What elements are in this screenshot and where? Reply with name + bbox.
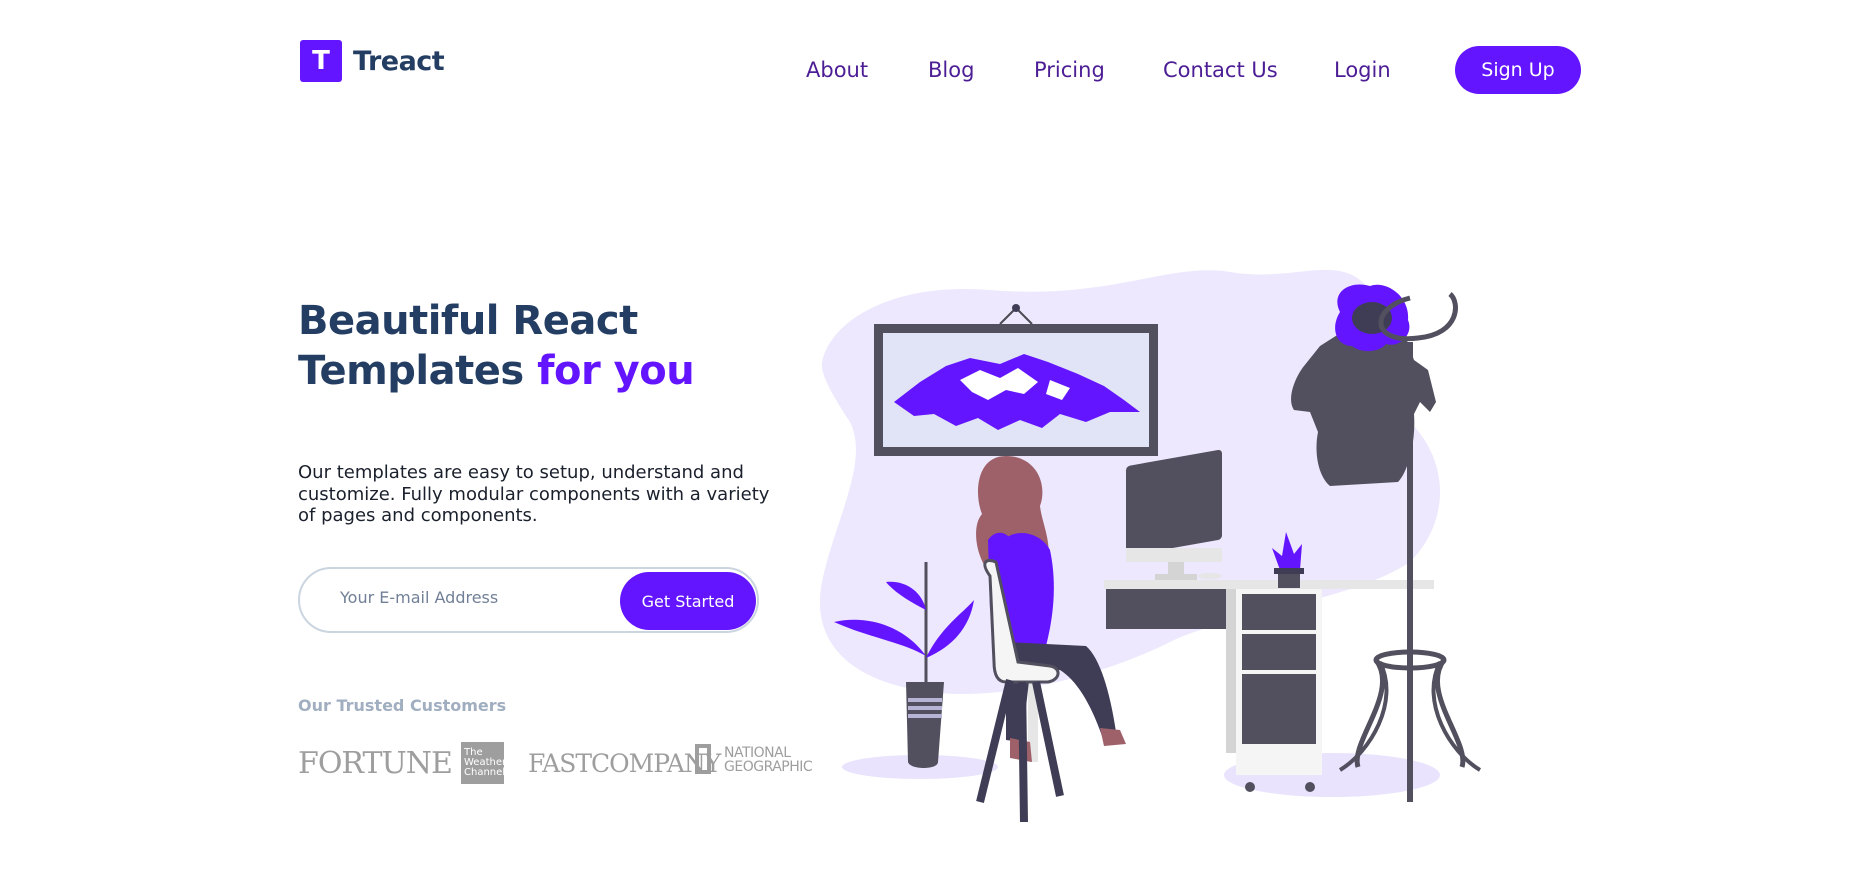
signup-button[interactable]: Sign Up (1455, 46, 1581, 94)
nav-login-link[interactable]: Login (1334, 58, 1391, 82)
weather-logo-line3: Channel (464, 767, 506, 778)
fortune-logo: FORTUNE (298, 746, 453, 781)
get-started-button[interactable]: Get Started (620, 572, 756, 630)
nav-about-link[interactable]: About (806, 58, 868, 82)
woman-working-at-desk-illustration (819, 269, 1482, 823)
weather-channel-logo: The Weather Channel (461, 742, 506, 784)
main-navigation: About Blog Pricing Contact Us Login (0, 46, 1871, 94)
nav-pricing-link[interactable]: Pricing (1034, 58, 1105, 82)
headline-line2: Templates (298, 348, 524, 394)
headline-accent: for you (537, 348, 695, 394)
nav-contact-link[interactable]: Contact Us (1163, 58, 1278, 82)
headline-line1: Beautiful React (298, 298, 638, 344)
fast-company-logo: FASTCOMPANY (528, 749, 721, 778)
trusted-customers-title: Our Trusted Customers (298, 696, 507, 715)
hero-description: Our templates are easy to setup, underst… (298, 462, 770, 526)
hero-headline: Beautiful React Templates for you (298, 296, 695, 396)
natgeo-line1: NATIONAL (724, 745, 791, 761)
signup-form: Get Started (298, 567, 759, 633)
nav-blog-link[interactable]: Blog (928, 58, 974, 82)
natgeo-frame-icon (695, 744, 711, 774)
email-input[interactable] (338, 587, 582, 608)
natgeo-line2: GEOGRAPHIC (724, 759, 813, 775)
